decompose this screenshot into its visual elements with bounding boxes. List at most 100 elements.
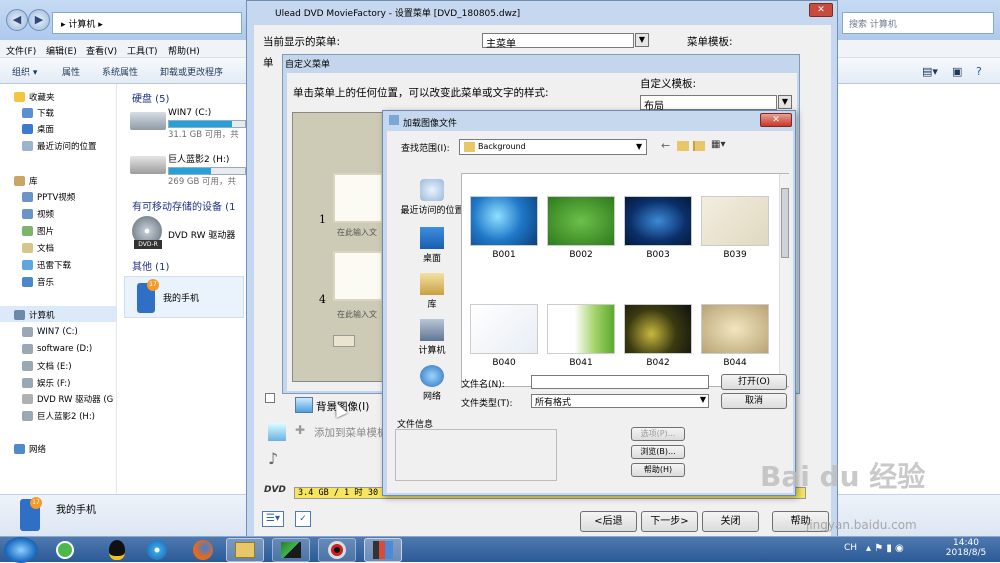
forward-icon[interactable]: ▶ [28, 9, 50, 31]
cancel-button[interactable]: 取消 [721, 393, 787, 409]
menu-preview[interactable]: 1 在此输入文 4 在此输入文 [292, 112, 385, 382]
address-bar[interactable]: ▸ 计算机 ▸ [52, 12, 242, 34]
menu-file[interactable]: 文件(F) [6, 44, 36, 57]
taskbar-app-icon[interactable] [272, 538, 310, 562]
nav-pptv[interactable]: PPTV视频 [22, 190, 75, 204]
thumb-b001[interactable] [470, 196, 538, 246]
scrollbar-thumb[interactable] [781, 188, 789, 258]
language-indicator[interactable]: CH [844, 543, 857, 553]
thumb-b039[interactable] [701, 196, 769, 246]
taskbar-record-icon[interactable] [318, 538, 356, 562]
dvd-drive[interactable]: DVD-R DVD RW 驱动器 [130, 216, 246, 249]
filename-input[interactable] [531, 375, 709, 389]
dvd-name: DVD RW 驱动器 [168, 231, 236, 241]
place-library[interactable]: 库 [397, 273, 467, 310]
taskbar-ulead-icon[interactable] [364, 538, 402, 562]
drive-c[interactable]: WIN7 (C:) 31.1 GB 可用，共 [130, 108, 246, 140]
search-input[interactable]: 搜索 计算机 [842, 12, 994, 34]
taskbar-explorer-icon[interactable] [226, 538, 264, 562]
preview-text-2[interactable]: 在此输入文 [337, 309, 377, 320]
menu-edit[interactable]: 编辑(E) [46, 44, 77, 57]
taskbar-media-icon[interactable] [138, 538, 176, 562]
taskbar-firefox-icon[interactable] [184, 538, 222, 562]
filetype-select[interactable]: 所有格式 ▼ [531, 394, 709, 408]
thumb-b041[interactable] [547, 304, 615, 354]
browse-button[interactable]: 浏览(B)... [631, 445, 685, 459]
nav-favorites[interactable]: 收藏夹 [14, 90, 55, 104]
thumb-b003[interactable] [624, 196, 692, 246]
back-button[interactable]: <后退 [580, 511, 637, 532]
add-to-template-label[interactable]: 添加到菜单模板 [314, 425, 388, 440]
system-properties-button[interactable]: 系统属性 [102, 65, 138, 78]
nav-drive-h[interactable]: 巨人蓝影2 (H:) [22, 409, 95, 423]
back-arrow-icon[interactable]: ← [661, 139, 670, 152]
drive-h[interactable]: 巨人蓝影2 (H:) 269 GB 可用，共 [130, 152, 246, 187]
menu-tools[interactable]: 工具(T) [127, 44, 158, 57]
current-menu-select[interactable]: 主菜单 [482, 33, 634, 50]
nav-drive-d[interactable]: software (D:) [22, 342, 92, 356]
nav-drive-f[interactable]: 娱乐 (F:) [22, 376, 70, 390]
nav-desktop[interactable]: 桌面 [22, 122, 54, 136]
place-computer[interactable]: 计算机 [397, 319, 467, 356]
thumb-b044[interactable] [701, 304, 769, 354]
nav-downloads[interactable]: 下载 [22, 106, 54, 120]
nav-videos[interactable]: 视频 [22, 207, 54, 221]
phone-device[interactable]: 17 我的手机 [124, 276, 244, 318]
options-button[interactable]: 选项(P)... [631, 427, 685, 441]
preview-text-1[interactable]: 在此输入文 [337, 227, 377, 238]
new-folder-icon[interactable] [693, 141, 705, 151]
thumb-b042[interactable] [624, 304, 692, 354]
nav-library[interactable]: 库 [14, 174, 38, 188]
nav-network[interactable]: 网络 [14, 442, 46, 456]
chevron-down-icon[interactable]: ▼ [636, 142, 642, 151]
start-button[interactable] [4, 537, 38, 563]
chevron-down-icon[interactable]: ▼ [635, 33, 649, 47]
menu-help[interactable]: 帮助(H) [168, 44, 200, 57]
nav-documents[interactable]: 文档 [22, 241, 54, 255]
nav-computer[interactable]: 计算机 [14, 308, 55, 322]
custom-template-select[interactable]: 布局 [640, 95, 777, 112]
nav-music[interactable]: 音乐 [22, 275, 54, 289]
view-menu-icon[interactable]: ▦▾ [711, 139, 725, 150]
list-view-icon[interactable]: ☰▾ [262, 511, 284, 527]
taskbar-qq-icon[interactable] [98, 538, 136, 562]
chevron-down-icon[interactable]: ▼ [700, 395, 706, 404]
up-folder-icon[interactable] [677, 141, 689, 151]
preview-thumbnail-2[interactable] [333, 251, 383, 301]
nav-drive-e[interactable]: 文档 (E:) [22, 359, 72, 373]
nav-xunlei[interactable]: 迅雷下载 [22, 258, 71, 272]
preview-pane-icon[interactable]: ▣ [952, 65, 962, 78]
view-icon[interactable]: ▤▾ [922, 65, 938, 78]
thumb-b040[interactable] [470, 304, 538, 354]
checkmark-icon[interactable]: ✓ [295, 511, 311, 527]
menu-view[interactable]: 查看(V) [86, 44, 117, 57]
chevron-down-icon[interactable]: ▼ [778, 95, 792, 109]
organize-button[interactable]: 组织 ▾ [12, 65, 37, 78]
close-icon[interactable]: ✕ [809, 3, 833, 17]
open-button[interactable]: 打开(O) [721, 374, 787, 390]
place-desktop[interactable]: 桌面 [397, 227, 467, 264]
place-network[interactable]: 网络 [397, 365, 467, 402]
tray-icons[interactable]: ▴ ⚑ ▮ ◉ [866, 543, 904, 554]
lookin-select[interactable]: Background ▼ [459, 139, 647, 155]
clock[interactable]: 14:40 2018/8/5 [940, 538, 992, 558]
properties-button[interactable]: 属性 [62, 65, 80, 78]
nav-drive-c[interactable]: WIN7 (C:) [22, 325, 78, 339]
next-button[interactable]: 下一步> [641, 511, 698, 532]
close-icon[interactable]: ✕ [760, 113, 792, 127]
nav-recent[interactable]: 最近访问的位置 [22, 139, 97, 153]
dialog-help-button[interactable]: 帮助(H) [631, 463, 685, 477]
home-icon[interactable] [333, 335, 355, 347]
nav-pictures[interactable]: 图片 [22, 224, 54, 238]
close-button[interactable]: 关闭 [702, 511, 759, 532]
preview-thumbnail-1[interactable] [333, 173, 383, 223]
thumb-b002[interactable] [547, 196, 615, 246]
checkbox[interactable] [265, 393, 275, 403]
uninstall-button[interactable]: 卸载或更改程序 [160, 65, 223, 78]
help-icon[interactable]: ? [976, 65, 982, 78]
back-icon[interactable]: ◀ [6, 9, 28, 31]
nav-drive-g[interactable]: DVD RW 驱动器 (G [22, 392, 113, 406]
thumbnail-scrollbar[interactable] [779, 174, 789, 386]
place-recent[interactable]: 最近访问的位置 [397, 179, 467, 216]
taskbar-360-icon[interactable] [46, 538, 84, 562]
